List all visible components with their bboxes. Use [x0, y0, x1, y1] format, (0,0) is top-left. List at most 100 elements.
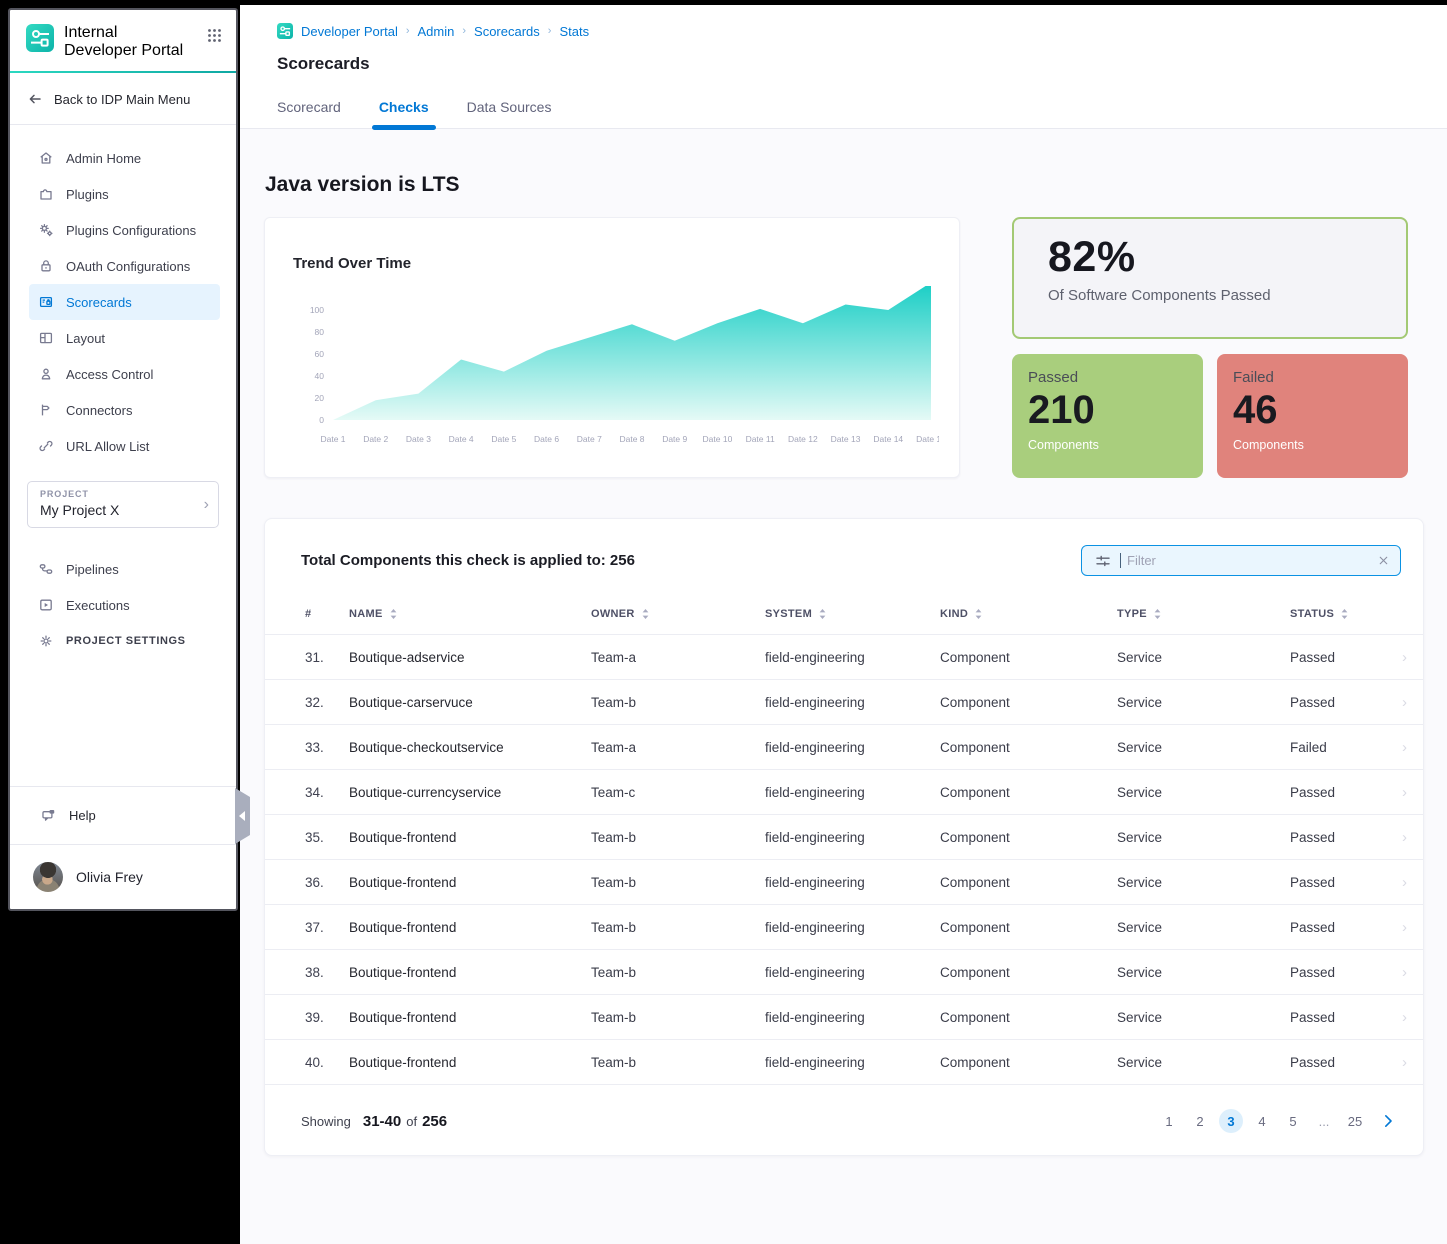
- layout-icon: [38, 330, 54, 346]
- cell-name: Boutique-adservice: [349, 650, 591, 665]
- person-icon: [38, 366, 54, 382]
- col-header-owner[interactable]: OWNER: [591, 608, 765, 620]
- nav-label: Scorecards: [66, 295, 132, 310]
- col-label: STATUS: [1290, 608, 1334, 620]
- row-chevron-icon: ›: [1402, 829, 1407, 846]
- breadcrumb-developer-portal[interactable]: Developer Portal: [301, 24, 398, 39]
- tab-scorecard[interactable]: Scorecard: [277, 99, 341, 128]
- row-chevron-icon: ›: [1402, 739, 1407, 756]
- page-2[interactable]: 2: [1188, 1109, 1212, 1133]
- cell-kind: Component: [940, 1055, 1117, 1070]
- chart-title: Trend Over Time: [293, 255, 959, 272]
- x-tick-label: Date 10: [703, 434, 733, 444]
- cell-system: field-engineering: [765, 965, 940, 980]
- home-icon: [38, 150, 54, 166]
- page-5[interactable]: 5: [1281, 1109, 1305, 1133]
- cell-owner: Team-b: [591, 695, 765, 710]
- sidebar: Internal Developer Portal Back to IDP Ma…: [8, 8, 238, 911]
- percent-card: 82% Of Software Components Passed: [1012, 217, 1408, 339]
- col-header-kind[interactable]: KIND: [940, 608, 1117, 620]
- table-row[interactable]: 39.Boutique-frontendTeam-bfield-engineer…: [265, 994, 1423, 1039]
- passed-failed-row: Passed 210 Components Failed 46 Componen…: [1012, 354, 1408, 478]
- page-4[interactable]: 4: [1250, 1109, 1274, 1133]
- sidebar-item-project-settings[interactable]: PROJECT SETTINGS: [29, 623, 220, 659]
- project-selector[interactable]: PROJECT My Project X ›: [27, 481, 219, 528]
- col-header-system[interactable]: SYSTEM: [765, 608, 940, 620]
- sidebar-item-plugins-configurations[interactable]: Plugins Configurations: [29, 212, 220, 248]
- cell-name: Boutique-carservuce: [349, 695, 591, 710]
- next-page-button[interactable]: [1379, 1112, 1397, 1130]
- sidebar-item-url-allow-list[interactable]: URL Allow List: [29, 428, 220, 464]
- cell-type: Service: [1117, 740, 1290, 755]
- table-row[interactable]: 37.Boutique-frontendTeam-bfield-engineer…: [265, 904, 1423, 949]
- table-row[interactable]: 38.Boutique-frontendTeam-bfield-engineer…: [265, 949, 1423, 994]
- breadcrumb-stats[interactable]: Stats: [559, 24, 589, 39]
- gears-icon: [38, 222, 54, 238]
- trend-chart-card: Trend Over Time 020406080100Date 1Date 2…: [264, 217, 960, 478]
- sidebar-item-oauth-configurations[interactable]: OAuth Configurations: [29, 248, 220, 284]
- tab-data-sources[interactable]: Data Sources: [467, 99, 552, 128]
- clear-filter-icon[interactable]: [1377, 554, 1390, 567]
- table-row[interactable]: 40.Boutique-frontendTeam-bfield-engineer…: [265, 1039, 1423, 1084]
- sidebar-collapse-handle[interactable]: [235, 788, 250, 844]
- sidebar-item-executions[interactable]: Executions: [29, 587, 220, 623]
- breadcrumb-scorecards[interactable]: Scorecards: [474, 24, 540, 39]
- table-row[interactable]: 31.Boutique-adserviceTeam-afield-enginee…: [265, 634, 1423, 679]
- user-menu[interactable]: Olivia Frey: [10, 844, 236, 909]
- back-to-main-menu[interactable]: Back to IDP Main Menu: [10, 73, 236, 125]
- breadcrumb-admin[interactable]: Admin: [418, 24, 455, 39]
- sidebar-item-pipelines[interactable]: Pipelines: [29, 551, 220, 587]
- col-header-name[interactable]: NAME: [349, 608, 591, 620]
- nav-label: Connectors: [66, 403, 132, 418]
- filter-input[interactable]: [1125, 552, 1365, 569]
- y-tick-label: 60: [315, 349, 325, 359]
- table-row[interactable]: 35.Boutique-frontendTeam-bfield-engineer…: [265, 814, 1423, 859]
- sidebar-item-access-control[interactable]: Access Control: [29, 356, 220, 392]
- trend-area-chart: 020406080100Date 1Date 2Date 3Date 4Date…: [291, 274, 939, 454]
- cell-num: 39.: [305, 1010, 349, 1025]
- cell-name: Boutique-frontend: [349, 965, 591, 980]
- app-title: Internal Developer Portal: [64, 24, 183, 60]
- sidebar-item-admin-home[interactable]: Admin Home: [29, 140, 220, 176]
- nav-label: URL Allow List: [66, 439, 149, 454]
- sidebar-item-plugins[interactable]: Plugins: [29, 176, 220, 212]
- cell-status: Passed: [1290, 965, 1383, 980]
- connector-flag-icon: [38, 402, 54, 418]
- failed-value: 46: [1233, 388, 1392, 432]
- breadcrumb-separator: ›: [406, 25, 410, 37]
- content: Java version is LTS Trend Over Time 0204…: [240, 173, 1447, 1156]
- cell-num: 36.: [305, 875, 349, 890]
- apps-grid-icon[interactable]: [207, 28, 222, 43]
- cell-system: field-engineering: [765, 785, 940, 800]
- table-row[interactable]: 36.Boutique-frontendTeam-bfield-engineer…: [265, 859, 1423, 904]
- col-header-status[interactable]: STATUS: [1290, 608, 1383, 620]
- showing-range: 31-40: [363, 1113, 401, 1130]
- cell-owner: Team-b: [591, 920, 765, 935]
- tab-checks[interactable]: Checks: [379, 99, 429, 128]
- sort-icon: [974, 608, 983, 620]
- table-row[interactable]: 34.Boutique-currencyserviceTeam-cfield-e…: [265, 769, 1423, 814]
- cell-status: Failed: [1290, 740, 1383, 755]
- col-header-type[interactable]: TYPE: [1117, 608, 1290, 620]
- cell-num: 33.: [305, 740, 349, 755]
- col-label: TYPE: [1117, 608, 1147, 620]
- help-button[interactable]: Help: [10, 786, 236, 844]
- sidebar-item-layout[interactable]: Layout: [29, 320, 220, 356]
- cell-type: Service: [1117, 965, 1290, 980]
- failed-unit: Components: [1233, 438, 1392, 452]
- sidebar-item-scorecards[interactable]: Scorecards: [29, 284, 220, 320]
- x-tick-label: Date 13: [831, 434, 861, 444]
- page-1[interactable]: 1: [1157, 1109, 1181, 1133]
- chevron-right-icon: ›: [204, 496, 209, 514]
- x-tick-label: Date 14: [873, 434, 903, 444]
- cell-status: Passed: [1290, 695, 1383, 710]
- page-25[interactable]: 25: [1343, 1109, 1367, 1133]
- table-row[interactable]: 32.Boutique-carservuceTeam-bfield-engine…: [265, 679, 1423, 724]
- sidebar-item-connectors[interactable]: Connectors: [29, 392, 220, 428]
- cell-type: Service: [1117, 650, 1290, 665]
- col-label: SYSTEM: [765, 608, 812, 620]
- page-3[interactable]: 3: [1219, 1109, 1243, 1133]
- help-label: Help: [69, 808, 96, 823]
- table-row[interactable]: 33.Boutique-checkoutserviceTeam-afield-e…: [265, 724, 1423, 769]
- failed-card: Failed 46 Components: [1217, 354, 1408, 478]
